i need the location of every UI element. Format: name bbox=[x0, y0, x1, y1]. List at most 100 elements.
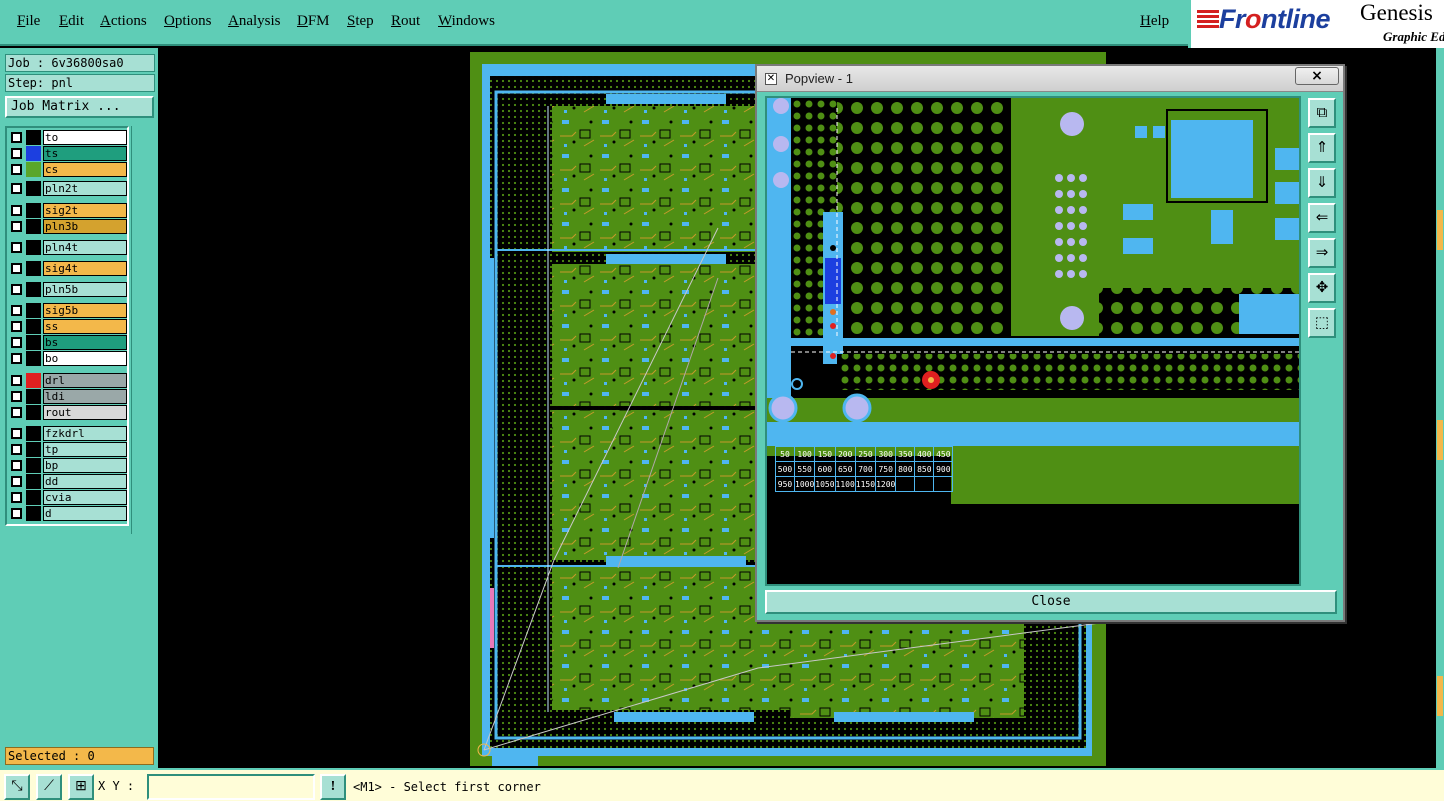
window-menu-icon[interactable]: ✕ bbox=[765, 73, 777, 85]
layer-checkbox[interactable] bbox=[11, 205, 22, 216]
menu-windows[interactable]: Windows bbox=[438, 13, 495, 30]
menu-help[interactable]: Help bbox=[1140, 13, 1169, 30]
layer-name[interactable]: pln5b bbox=[43, 282, 127, 297]
layer-row-bs[interactable]: bs bbox=[9, 335, 127, 350]
zoom-window-icon[interactable]: ⧉ bbox=[1308, 98, 1336, 128]
job-matrix-button[interactable]: Job Matrix ... bbox=[5, 96, 154, 118]
layer-name[interactable]: drl bbox=[43, 373, 127, 388]
zoom-home-icon[interactable]: ⬚ bbox=[1308, 308, 1336, 338]
layer-name[interactable]: sig4t bbox=[43, 261, 127, 276]
measure-icon[interactable]: ⟋ bbox=[36, 774, 62, 800]
layer-row-ldi[interactable]: ldi bbox=[9, 389, 127, 404]
layer-checkbox[interactable] bbox=[11, 321, 22, 332]
layer-row-sig4t[interactable]: sig4t bbox=[9, 261, 127, 276]
layer-name[interactable]: cvia bbox=[43, 490, 127, 505]
grid-icon[interactable]: ⊞ bbox=[68, 774, 94, 800]
layer-color-swatch[interactable] bbox=[26, 282, 41, 297]
layer-checkbox[interactable] bbox=[11, 337, 22, 348]
layer-row-pln2t[interactable]: pln2t bbox=[9, 181, 127, 196]
zoom-fit-icon[interactable]: ✥ bbox=[1308, 273, 1336, 303]
layer-checkbox[interactable] bbox=[11, 164, 22, 175]
xy-input[interactable] bbox=[147, 774, 315, 800]
layer-name[interactable]: sig2t bbox=[43, 203, 127, 218]
layer-checkbox[interactable] bbox=[11, 221, 22, 232]
layer-color-swatch[interactable] bbox=[26, 442, 41, 457]
layer-name[interactable]: bs bbox=[43, 335, 127, 350]
pan-up-icon[interactable]: ⇑ bbox=[1308, 133, 1336, 163]
layer-name[interactable]: sig5b bbox=[43, 303, 127, 318]
layer-row-pln3b[interactable]: pln3b bbox=[9, 219, 127, 234]
warning-button[interactable]: ! bbox=[320, 774, 346, 800]
layer-row-rout[interactable]: rout bbox=[9, 405, 127, 420]
layer-checkbox[interactable] bbox=[11, 148, 22, 159]
layer-color-swatch[interactable] bbox=[26, 458, 41, 473]
layer-color-swatch[interactable] bbox=[26, 426, 41, 441]
layer-name[interactable]: cs bbox=[43, 162, 127, 177]
layer-color-swatch[interactable] bbox=[26, 490, 41, 505]
layer-name[interactable]: pln3b bbox=[43, 219, 127, 234]
layer-row-sig5b[interactable]: sig5b bbox=[9, 303, 127, 318]
window-close-button[interactable]: × bbox=[1295, 67, 1339, 85]
layer-checkbox[interactable] bbox=[11, 263, 22, 274]
layer-name[interactable]: fzkdrl bbox=[43, 426, 127, 441]
layer-name[interactable]: tp bbox=[43, 442, 127, 457]
layer-name[interactable]: rout bbox=[43, 405, 127, 420]
layer-row-sig2t[interactable]: sig2t bbox=[9, 203, 127, 218]
menu-options[interactable]: Options bbox=[164, 13, 212, 30]
layer-color-swatch[interactable] bbox=[26, 240, 41, 255]
layer-name[interactable]: dd bbox=[43, 474, 127, 489]
layer-checkbox[interactable] bbox=[11, 428, 22, 439]
layer-name[interactable]: ts bbox=[43, 146, 127, 161]
layer-checkbox[interactable] bbox=[11, 284, 22, 295]
layer-color-swatch[interactable] bbox=[26, 389, 41, 404]
layer-row-cvia[interactable]: cvia bbox=[9, 490, 127, 505]
menu-edit[interactable]: Edit bbox=[59, 13, 84, 30]
menu-file[interactable]: File bbox=[17, 13, 40, 30]
layer-color-swatch[interactable] bbox=[26, 319, 41, 334]
layer-row-tp[interactable]: tp bbox=[9, 442, 127, 457]
layer-color-swatch[interactable] bbox=[26, 405, 41, 420]
layer-name[interactable]: bo bbox=[43, 351, 127, 366]
layer-checkbox[interactable] bbox=[11, 353, 22, 364]
layer-checkbox[interactable] bbox=[11, 375, 22, 386]
pan-down-icon[interactable]: ⇓ bbox=[1308, 168, 1336, 198]
layer-name[interactable]: pln4t bbox=[43, 240, 127, 255]
pan-left-icon[interactable]: ⇐ bbox=[1308, 203, 1336, 233]
layer-row-pln5b[interactable]: pln5b bbox=[9, 282, 127, 297]
layer-checkbox[interactable] bbox=[11, 508, 22, 519]
menu-dfm[interactable]: DFM bbox=[297, 13, 330, 30]
layer-color-swatch[interactable] bbox=[26, 181, 41, 196]
menu-analysis[interactable]: Analysis bbox=[228, 13, 281, 30]
layer-checkbox[interactable] bbox=[11, 407, 22, 418]
layer-color-swatch[interactable] bbox=[26, 474, 41, 489]
layer-name[interactable]: ss bbox=[43, 319, 127, 334]
layer-checkbox[interactable] bbox=[11, 460, 22, 471]
layer-checkbox[interactable] bbox=[11, 444, 22, 455]
popview-canvas[interactable]: 50 100 150 200 250 300 350 400 450 500 550 600 650 70… bbox=[765, 96, 1301, 586]
layer-color-swatch[interactable] bbox=[26, 146, 41, 161]
layer-checkbox[interactable] bbox=[11, 391, 22, 402]
layer-row-ts[interactable]: ts bbox=[9, 146, 127, 161]
layer-row-cs[interactable]: cs bbox=[9, 162, 127, 177]
menu-actions[interactable]: Actions bbox=[100, 13, 147, 30]
zoom-area-icon[interactable]: ⤡ bbox=[4, 774, 30, 800]
layer-row-bp[interactable]: bp bbox=[9, 458, 127, 473]
layer-row-dd[interactable]: dd bbox=[9, 474, 127, 489]
menu-step[interactable]: Step bbox=[347, 13, 374, 30]
layer-color-swatch[interactable] bbox=[26, 303, 41, 318]
layer-checkbox[interactable] bbox=[11, 305, 22, 316]
layer-checkbox[interactable] bbox=[11, 132, 22, 143]
layer-name[interactable]: d bbox=[43, 506, 127, 521]
layer-color-swatch[interactable] bbox=[26, 506, 41, 521]
layer-checkbox[interactable] bbox=[11, 492, 22, 503]
popview-close-button[interactable]: Close bbox=[765, 590, 1337, 614]
layer-name[interactable]: to bbox=[43, 130, 127, 145]
layer-row-ss[interactable]: ss bbox=[9, 319, 127, 334]
menu-rout[interactable]: Rout bbox=[391, 13, 420, 30]
pan-right-icon[interactable]: ⇒ bbox=[1308, 238, 1336, 268]
layer-name[interactable]: ldi bbox=[43, 389, 127, 404]
layer-name[interactable]: bp bbox=[43, 458, 127, 473]
layer-color-swatch[interactable] bbox=[26, 203, 41, 218]
layer-row-pln4t[interactable]: pln4t bbox=[9, 240, 127, 255]
layer-color-swatch[interactable] bbox=[26, 162, 41, 177]
